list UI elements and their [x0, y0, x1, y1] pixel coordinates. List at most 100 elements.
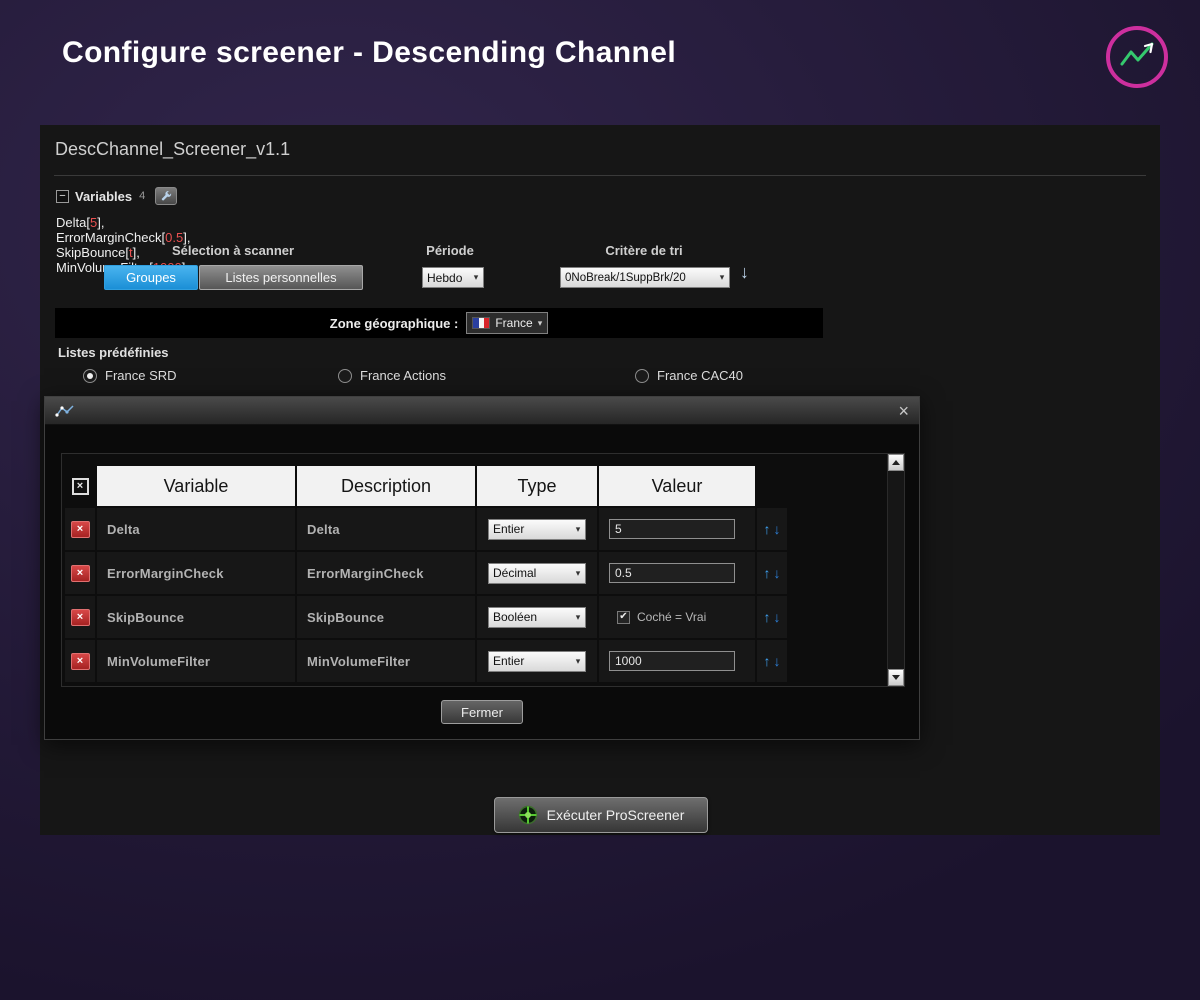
variable-type-select[interactable]: Booléen ▾: [488, 607, 586, 628]
move-down-icon[interactable]: ↓: [774, 521, 781, 537]
variable-value-input[interactable]: [609, 563, 735, 583]
header-clear-cell: ×: [65, 466, 95, 506]
heading-selection: Sélection à scanner: [104, 243, 362, 258]
triangle-up-icon: [892, 460, 900, 465]
variable-description-cell: Delta: [297, 508, 475, 550]
dropdown-arrow-icon: ▾: [469, 272, 483, 283]
variables-count: 4: [139, 190, 145, 202]
groups-tab[interactable]: Groupes: [104, 265, 198, 290]
edit-variables-button[interactable]: [155, 187, 177, 205]
radio-option-france-cac40[interactable]: France CAC40: [635, 368, 743, 383]
table-row-cell: ×: [65, 640, 95, 682]
heading-period: Période: [400, 243, 500, 258]
table-row-cell: ↑ ↓: [757, 552, 787, 594]
variable-type-select[interactable]: Décimal ▾: [488, 563, 586, 584]
table-row-cell: Décimal ▾: [477, 552, 597, 594]
dropdown-arrow-icon: ▾: [571, 612, 585, 623]
variable-type-select[interactable]: Entier ▾: [488, 651, 586, 672]
move-down-icon[interactable]: ↓: [774, 653, 781, 669]
france-flag-icon: [472, 317, 490, 329]
period-select[interactable]: Hebdo ▾: [422, 267, 484, 288]
col-header-description: Description: [297, 466, 475, 506]
table-row-cell: [599, 552, 755, 594]
brand-logo: [1102, 22, 1172, 92]
variable-value-input[interactable]: [609, 651, 735, 671]
variable-value-input[interactable]: [609, 519, 735, 539]
col-header-variable: Variable: [97, 466, 295, 506]
country-select[interactable]: France ▾: [466, 312, 548, 334]
dropdown-arrow-icon: ▾: [571, 524, 585, 535]
dropdown-arrow-icon: ▾: [571, 568, 585, 579]
delete-row-button[interactable]: ×: [71, 521, 90, 538]
variables-dialog: × × Variable Description Type Valeur × D…: [44, 396, 920, 740]
dialog-titlebar[interactable]: ×: [45, 397, 919, 425]
table-row-cell: ✔ Coché = Vrai: [599, 596, 755, 638]
fermer-button[interactable]: Fermer: [441, 700, 523, 724]
boolean-checkbox[interactable]: ✔: [617, 611, 630, 624]
variable-description-cell: SkipBounce: [297, 596, 475, 638]
dropdown-arrow-icon: ▾: [715, 272, 729, 283]
radio-icon: [338, 369, 352, 383]
move-up-icon[interactable]: ↑: [764, 653, 771, 669]
move-up-icon[interactable]: ↑: [764, 565, 771, 581]
radio-option-france-actions[interactable]: France Actions: [338, 368, 446, 383]
table-row-cell: Booléen ▾: [477, 596, 597, 638]
triangle-down-icon: [892, 675, 900, 680]
move-down-icon[interactable]: ↓: [774, 565, 781, 581]
wrench-icon: [160, 190, 173, 203]
variable-type-select[interactable]: Entier ▾: [488, 519, 586, 540]
table-row-cell: ↑ ↓: [757, 640, 787, 682]
variable-name-cell: ErrorMarginCheck: [97, 552, 295, 594]
zone-bar: Zone géographique : France ▾: [55, 308, 823, 338]
dialog-close-button[interactable]: ×: [898, 402, 909, 420]
col-header-value: Valeur: [599, 466, 755, 506]
delete-row-button[interactable]: ×: [71, 653, 90, 670]
variable-name: Delta: [56, 215, 86, 230]
page-title: Configure screener - Descending Channel: [62, 36, 676, 70]
table-row-cell: [599, 640, 755, 682]
move-up-icon[interactable]: ↑: [764, 609, 771, 625]
collapse-variables-button[interactable]: −: [56, 190, 69, 203]
table-row-cell: [599, 508, 755, 550]
variable-name-cell: Delta: [97, 508, 295, 550]
personal-lists-tab[interactable]: Listes personnelles: [199, 265, 363, 290]
move-up-icon[interactable]: ↑: [764, 521, 771, 537]
variable-description-cell: MinVolumeFilter: [297, 640, 475, 682]
delete-row-button[interactable]: ×: [71, 609, 90, 626]
move-down-icon[interactable]: ↓: [774, 609, 781, 625]
table-row-cell: ×: [65, 552, 95, 594]
table-row-cell: Entier ▾: [477, 508, 597, 550]
table-scroll-area: × Variable Description Type Valeur × Del…: [61, 453, 905, 687]
radio-icon: [635, 369, 649, 383]
sort-criteria-select[interactable]: 0NoBreak/1SuppBrk/20 ▾: [560, 267, 730, 288]
dropdown-arrow-icon: ▾: [571, 656, 585, 667]
variable-description-cell: ErrorMarginCheck: [297, 552, 475, 594]
radio-option-france-srd[interactable]: France SRD: [83, 368, 177, 383]
table-row-cell: ↑ ↓: [757, 508, 787, 550]
table-row-cell: ↑ ↓: [757, 596, 787, 638]
page: Configure screener - Descending Channel …: [0, 0, 1200, 1000]
sort-direction-button[interactable]: ↓: [740, 262, 749, 283]
scroll-down-button[interactable]: [888, 669, 904, 686]
variables-label: Variables: [75, 189, 132, 204]
scroll-up-button[interactable]: [888, 454, 904, 471]
dropdown-arrow-icon: ▾: [538, 318, 543, 329]
target-icon: [518, 805, 538, 825]
table-row-cell: ×: [65, 508, 95, 550]
variable-name-cell: SkipBounce: [97, 596, 295, 638]
zone-label: Zone géographique :: [330, 316, 459, 331]
vertical-scrollbar[interactable]: [887, 454, 904, 686]
variables-section-header: − Variables 4: [56, 187, 177, 205]
table-row-cell: ×: [65, 596, 95, 638]
checkbox-label: Coché = Vrai: [637, 610, 706, 624]
col-header-type: Type: [477, 466, 597, 506]
divider: [54, 175, 1146, 176]
radio-icon: [83, 369, 97, 383]
chart-logo-icon: [1102, 22, 1172, 92]
col-header-reorder: [757, 466, 787, 506]
execute-proscreener-button[interactable]: Exécuter ProScreener: [494, 797, 708, 833]
clear-all-button[interactable]: ×: [72, 478, 89, 495]
delete-row-button[interactable]: ×: [71, 565, 90, 582]
variables-table: × Variable Description Type Valeur × Del…: [65, 466, 787, 682]
variable-name-cell: MinVolumeFilter: [97, 640, 295, 682]
